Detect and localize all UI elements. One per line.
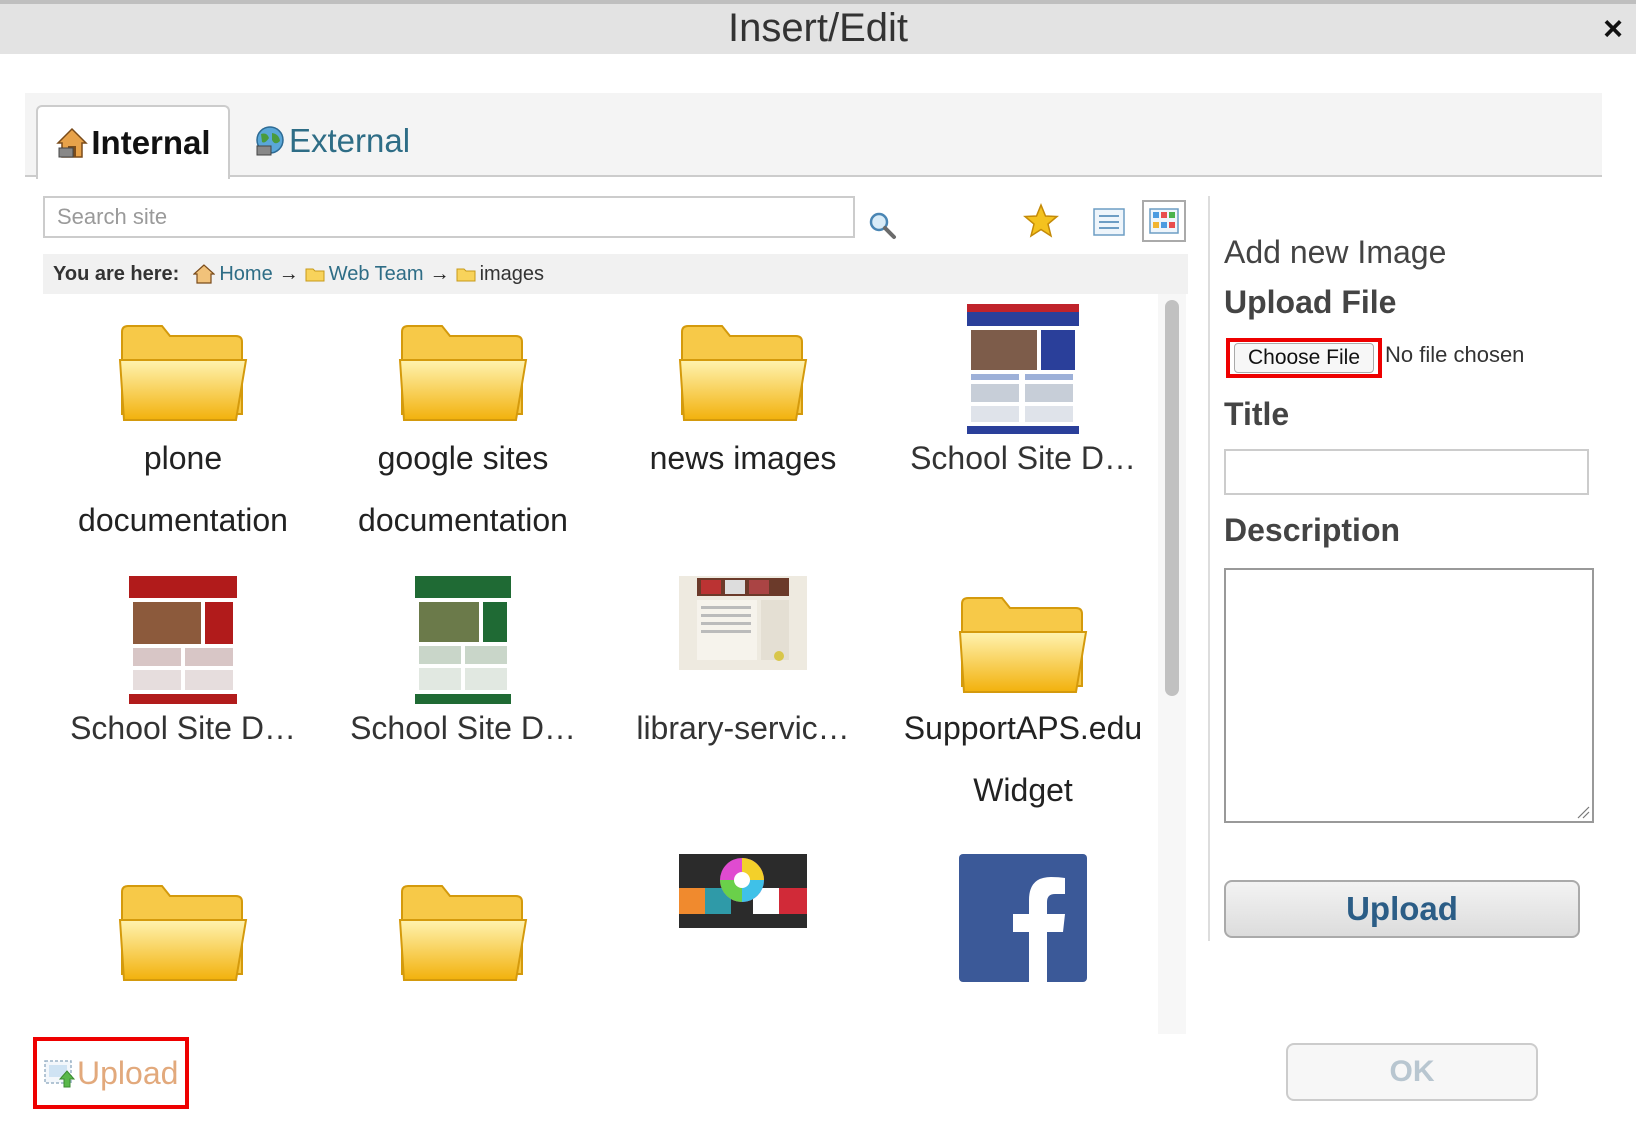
breadcrumb-current: images [479,262,545,285]
dialog-title: Insert/Edit [727,6,909,50]
grid-item-label: School Site D… [910,440,1136,476]
upload-image-icon [44,1060,75,1088]
grid-item-label: google sites [377,440,549,476]
search-placeholder: Search site [57,204,168,229]
choose-file-button[interactable]: Choose File [1226,338,1382,378]
grid-item-label: School Site D… [350,710,576,746]
folder-icon [118,325,248,421]
grid-item-label: SupportAPS.edu [903,710,1143,746]
grid-item[interactable] [323,854,603,1034]
grid-item[interactable] [603,854,883,1034]
folder-icon [305,268,325,282]
title-label: Title [1224,396,1290,432]
breadcrumb-separator: → [429,262,450,285]
tab-external[interactable]: External [253,105,410,177]
upload-file-label: Upload File [1224,284,1397,320]
website-thumbnail [679,576,807,670]
grid-item[interactable]: library-servic… [603,576,883,866]
footer-upload-label: Upload [77,1054,179,1091]
search-input[interactable]: Search site [43,196,855,238]
breadcrumb: You are here: Home → Web Team → images [43,254,1188,294]
breadcrumb-web-team[interactable]: Web Team [329,263,424,286]
color-wheel-thumbnail [679,854,807,928]
folder-icon [398,885,528,981]
tab-internal-label: Internal [91,124,211,161]
title-input[interactable] [1224,449,1589,495]
grid-scrollbar[interactable] [1158,294,1186,1034]
footer-upload-link[interactable]: Upload [33,1037,189,1109]
thumbnail-view-icon[interactable] [1142,200,1186,242]
panel-divider [1208,196,1210,941]
home-icon [193,264,216,284]
website-thumbnail [967,304,1079,434]
grid-item-label: news images [649,440,837,476]
tab-bar: Internal External [25,93,1602,179]
grid-item[interactable]: google sites documentation [323,294,603,584]
search-icon[interactable] [866,208,898,242]
grid-item[interactable] [43,854,323,1034]
dialog-titlebar: Insert/Edit × [0,0,1636,54]
grid-item-label: library-servic… [636,710,850,746]
star-icon[interactable] [1022,202,1060,240]
choose-file-label: Choose File [1234,343,1374,373]
grid-item[interactable]: School Site D… [883,294,1157,584]
breadcrumb-separator: → [278,262,299,285]
grid-item-label: School Site D… [70,710,296,746]
list-view-icon[interactable] [1091,206,1127,238]
scrollbar-thumb[interactable] [1165,300,1179,696]
grid-item[interactable]: School Site D… [323,576,603,866]
folder-icon [958,597,1088,693]
grid-item[interactable]: news images [603,294,883,584]
grid-item[interactable] [883,854,1157,1034]
resize-handle-icon[interactable] [1576,805,1590,819]
grid-item[interactable]: SupportAPS.edu Widget [883,576,1157,866]
facebook-icon [959,854,1087,982]
tab-internal[interactable]: Internal [36,105,230,179]
upload-button[interactable]: Upload [1224,880,1580,938]
panel-heading: Add new Image [1224,234,1447,270]
grid-item-label-2: documentation [358,502,568,538]
breadcrumb-prefix: You are here: [53,262,180,285]
folder-icon [456,268,476,282]
website-thumbnail [415,576,511,704]
grid-item[interactable]: plone documentation [43,294,323,584]
website-thumbnail [129,576,237,704]
tab-external-label: External [289,122,411,159]
grid-item-label-2: documentation [78,502,288,538]
grid-item-label-2: Widget [973,772,1073,808]
folder-icon [678,325,808,421]
no-file-text: No file chosen [1385,342,1525,367]
description-textarea[interactable] [1224,568,1594,823]
close-icon[interactable]: × [1596,12,1630,46]
file-browser-grid: plone documentation google sites documen… [43,294,1157,1034]
folder-icon [118,885,248,981]
ok-button[interactable]: OK [1286,1043,1538,1101]
external-globe-icon [256,126,284,156]
breadcrumb-home[interactable]: Home [219,263,272,286]
internal-house-icon [56,127,89,158]
folder-icon [398,325,528,421]
grid-item-label: plone [143,440,223,476]
description-label: Description [1224,512,1401,548]
grid-item[interactable]: School Site D… [43,576,323,866]
